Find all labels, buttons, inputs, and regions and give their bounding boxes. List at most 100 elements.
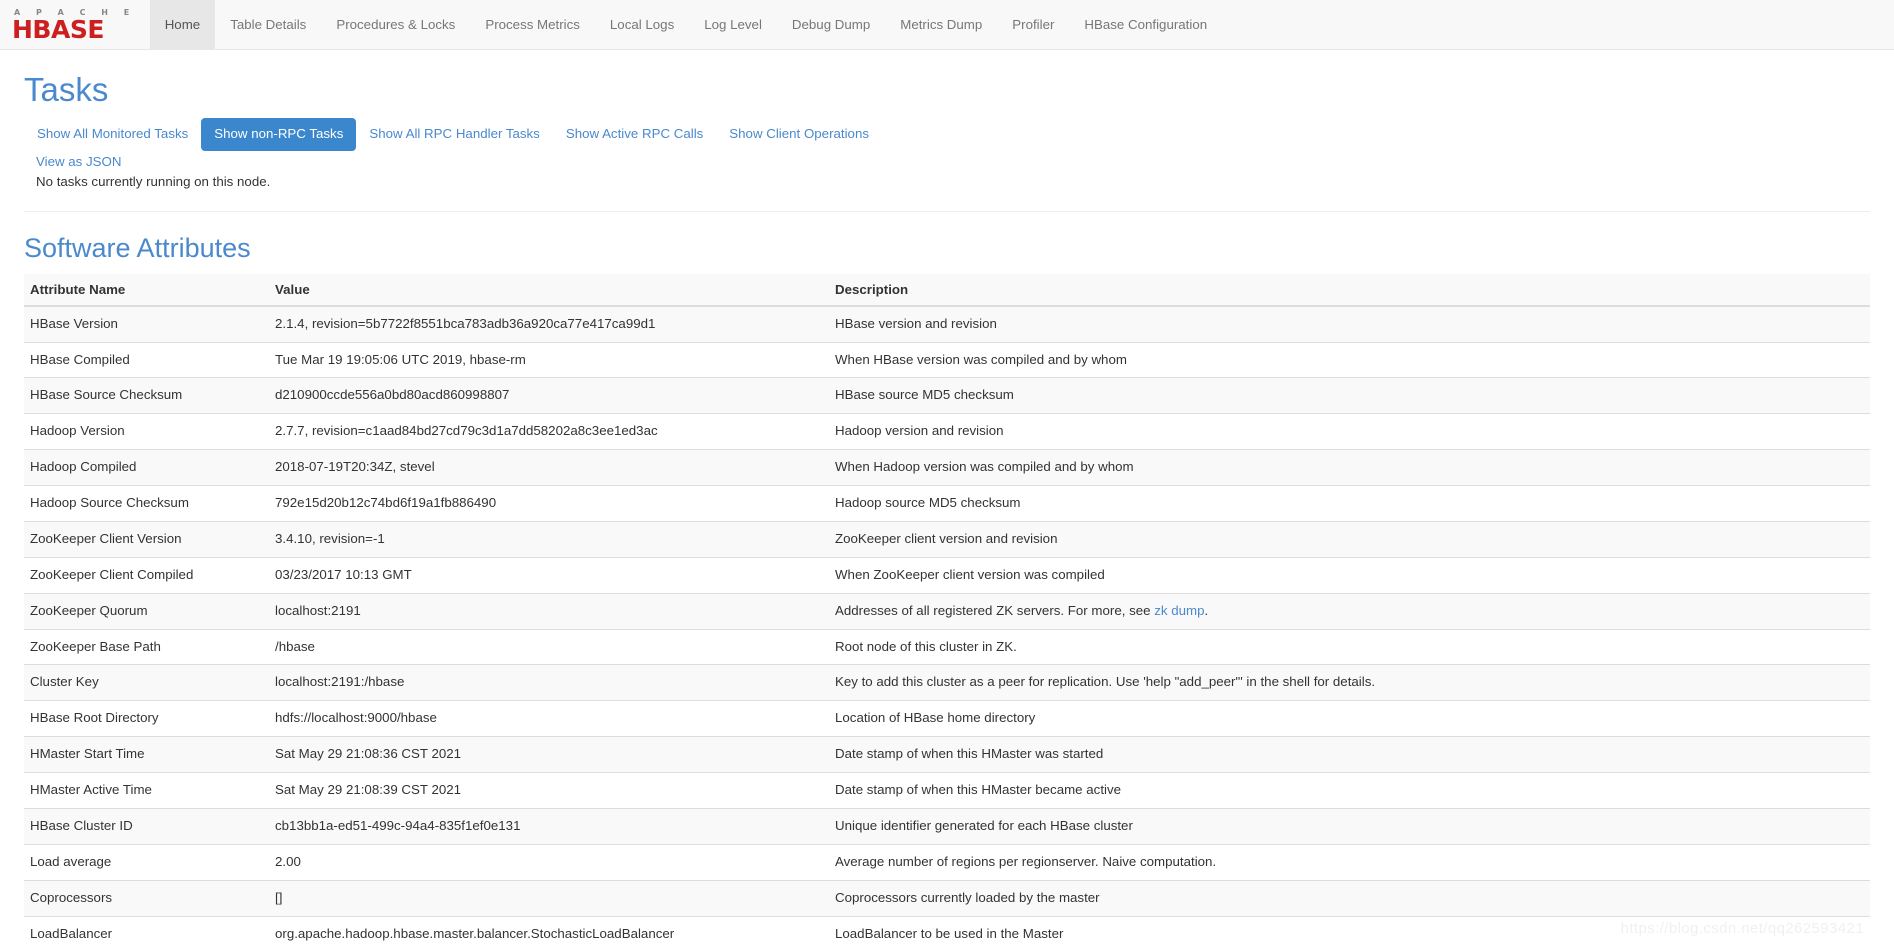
attribute-description-cell: Root node of this cluster in ZK. — [829, 628, 1870, 665]
nav-item-label[interactable]: Procedures & Locks — [321, 0, 470, 49]
table-row: HBase Compiled Tue Mar 19 19:05:06 UTC 20… — [24, 341, 1870, 378]
attribute-description-cell: HBase source MD5 checksum — [829, 377, 1870, 414]
attribute-value-cell: 792e15d20b12c74bd6f19a1fb886490 — [269, 485, 829, 522]
nav-item-label[interactable]: Log Level — [689, 0, 777, 49]
nav-item-debug-dump[interactable]: Debug Dump — [777, 0, 885, 49]
table-row: Hadoop Version 2.7.7, revision=c1aad84bd2… — [24, 413, 1870, 450]
view-as-json-link[interactable]: View as JSON — [36, 154, 121, 169]
nav-item-label[interactable]: Profiler — [997, 0, 1069, 49]
table-row: HBase Root Directory hdfs://localhost:900… — [24, 700, 1870, 737]
column-header-value: Value — [269, 273, 829, 307]
table-head: Attribute Name Value Description — [24, 273, 1870, 307]
tasks-empty-message: No tasks currently running on this node. — [36, 174, 271, 190]
table-row: HBase Source Checksum d210900ccde556a0bd8… — [24, 377, 1870, 414]
attribute-description-cell: When HBase version was compiled and by w… — [829, 341, 1870, 378]
task-filter-show-all-rpc-handler-tasks[interactable]: Show All RPC Handler Tasks — [356, 118, 552, 151]
attribute-description-cell: Date stamp of when this HMaster became a… — [829, 772, 1870, 809]
nav-item-label[interactable]: Process Metrics — [470, 0, 595, 49]
table-row: Hadoop Source Checksum 792e15d20b12c74bd6… — [24, 485, 1870, 522]
table-row: ZooKeeper Client Version 3.4.10, revision… — [24, 520, 1870, 558]
nav-item-table-details[interactable]: Table Details — [215, 0, 321, 49]
nav-item-label[interactable]: Local Logs — [595, 0, 689, 49]
attribute-name-cell: ZooKeeper Base Path — [24, 628, 269, 665]
attribute-description-cell: When Hadoop version was compiled and by … — [829, 449, 1870, 486]
attribute-value-cell: 3.4.10, revision=-1 — [269, 520, 829, 558]
section-divider — [24, 211, 1870, 213]
nav-item-log-level[interactable]: Log Level — [689, 0, 777, 49]
attribute-description-cell: When ZooKeeper client version was compil… — [829, 556, 1870, 594]
attribute-name-cell: ZooKeeper Quorum — [24, 592, 269, 630]
attribute-value-cell: hdfs://localhost:9000/hbase — [269, 700, 829, 737]
nav-item-profiler[interactable]: Profiler — [997, 0, 1069, 49]
attribute-value-cell: /hbase — [269, 628, 829, 665]
task-filter-show-client-operations[interactable]: Show Client Operations — [716, 118, 882, 151]
attribute-name-cell: Load average — [24, 843, 269, 881]
table-row: Coprocessors[] Coprocessors currently loa… — [24, 879, 1870, 917]
attribute-value-cell: Tue Mar 19 19:05:06 UTC 2019, hbase-rm — [269, 341, 829, 378]
attribute-name-cell: Cluster Key — [24, 664, 269, 701]
attribute-name-cell: Hadoop Source Checksum — [24, 485, 269, 522]
attribute-description-cell: Unique identifier generated for each HBa… — [829, 807, 1870, 845]
attribute-description-cell: LoadBalancer to be used in the Master — [829, 915, 1870, 951]
table-row: HMaster Start Time Sat May 29 21:08:36 CS… — [24, 736, 1870, 773]
column-header-description: Description — [829, 273, 1870, 307]
page-root: A P A C H E HBASE Home Table Details Proce… — [0, 0, 1894, 951]
attribute-name-cell: HMaster Active Time — [24, 772, 269, 809]
table-row: HBase Cluster ID cb13bb1a-ed51-499c-94a4-… — [24, 807, 1870, 845]
attribute-description-cell: ZooKeeper client version and revision — [829, 520, 1870, 558]
tasks-filter-group: Show All Monitored Tasks Show non-RPC Tas… — [24, 118, 1870, 152]
zk-dump-link[interactable]: zk dump — [1154, 603, 1204, 618]
page-container: Tasks Show All Monitored Tasks Show non-R… — [12, 71, 1882, 951]
attribute-description-cell: Hadoop version and revision — [829, 413, 1870, 450]
table-row: ZooKeeper Quorum localhost:2191 Addresses … — [24, 592, 1870, 630]
table-row: Load average 2.00 Average number of region… — [24, 843, 1870, 881]
description-suffix: . — [1204, 602, 1209, 618]
table-body: HBase Version 2.1.4, revision=5b7722f8551… — [24, 305, 1870, 951]
table-row: Cluster Key localhost:2191:/hbase Key to a… — [24, 664, 1870, 701]
nav-item-metrics-dump[interactable]: Metrics Dump — [885, 0, 997, 49]
attribute-description-cell: Hadoop source MD5 checksum — [829, 485, 1870, 522]
attribute-value-cell: [] — [269, 879, 829, 917]
nav-item-label[interactable]: HBase Configuration — [1069, 0, 1222, 49]
task-filter-show-all-monitored-tasks[interactable]: Show All Monitored Tasks — [24, 118, 201, 151]
attribute-description-cell: HBase version and revision — [829, 305, 1870, 343]
attribute-value-cell: localhost:2191 — [269, 592, 829, 630]
hbase-logo: A P A C H E HBASE — [12, 8, 136, 44]
attribute-value-cell: org.apache.hadoop.hbase.master.balancer.… — [269, 915, 829, 951]
nav-item-local-logs[interactable]: Local Logs — [595, 0, 689, 49]
tasks-heading: Tasks — [24, 71, 109, 108]
attribute-name-cell: Coprocessors — [24, 879, 269, 917]
attribute-description-cell: Key to add this cluster as a peer for re… — [829, 664, 1870, 701]
nav-item-label[interactable]: Table Details — [215, 0, 321, 49]
software-attributes-table: Attribute Name Value Description HBase V… — [24, 273, 1870, 951]
nav-item-label[interactable]: Home — [149, 0, 216, 49]
attribute-description-cell: Average number of regions per regionserv… — [829, 843, 1870, 881]
task-filter-show-active-rpc-calls[interactable]: Show Active RPC Calls — [553, 118, 716, 151]
attribute-name-cell: ZooKeeper Client Compiled — [24, 556, 269, 594]
nav-item-procedures-locks[interactable]: Procedures & Locks — [321, 0, 470, 49]
nav-item-hbase-configuration[interactable]: HBase Configuration — [1069, 0, 1222, 49]
attribute-value-cell: 2.7.7, revision=c1aad84bd27cd79c3d1a7dd5… — [269, 413, 829, 450]
attribute-name-cell: HBase Version — [24, 305, 269, 343]
nav-item-home[interactable]: Home — [149, 0, 216, 49]
attribute-value-cell: d210900ccde556a0bd80acd860998807 — [269, 377, 829, 414]
attribute-description-cell: Location of HBase home directory — [829, 700, 1870, 737]
attribute-name-cell: HBase Cluster ID — [24, 807, 269, 845]
nav-item-label[interactable]: Metrics Dump — [885, 0, 997, 49]
column-header-attribute-name: Attribute Name — [24, 273, 269, 307]
nav-item-process-metrics[interactable]: Process Metrics — [470, 0, 595, 49]
nav-item-list: Home Table Details Procedures & Locks Proce… — [149, 0, 1222, 49]
attribute-description-cell: Coprocessors currently loaded by the mas… — [829, 879, 1870, 917]
attribute-value-cell: Sat May 29 21:08:36 CST 2021 — [269, 736, 829, 773]
attribute-name-cell: HMaster Start Time — [24, 736, 269, 773]
attribute-name-cell: HBase Compiled — [24, 341, 269, 378]
attribute-value-cell: 2.1.4, revision=5b7722f8551bca783adb36a9… — [269, 305, 829, 343]
attribute-value-cell: 03/23/2017 10:13 GMT — [269, 556, 829, 594]
task-filter-show-non-rpc-tasks[interactable]: Show non-RPC Tasks — [201, 118, 357, 152]
top-navbar: A P A C H E HBASE Home Table Details Proce… — [0, 0, 1894, 50]
nav-item-label[interactable]: Debug Dump — [777, 0, 885, 49]
attribute-description-cell: Date stamp of when this HMaster was star… — [829, 736, 1870, 773]
hbase-wordmark: HBASE — [12, 14, 104, 44]
hbase-logo-link[interactable]: A P A C H E HBASE — [0, 0, 150, 49]
attribute-value-cell: 2.00 — [269, 843, 829, 881]
